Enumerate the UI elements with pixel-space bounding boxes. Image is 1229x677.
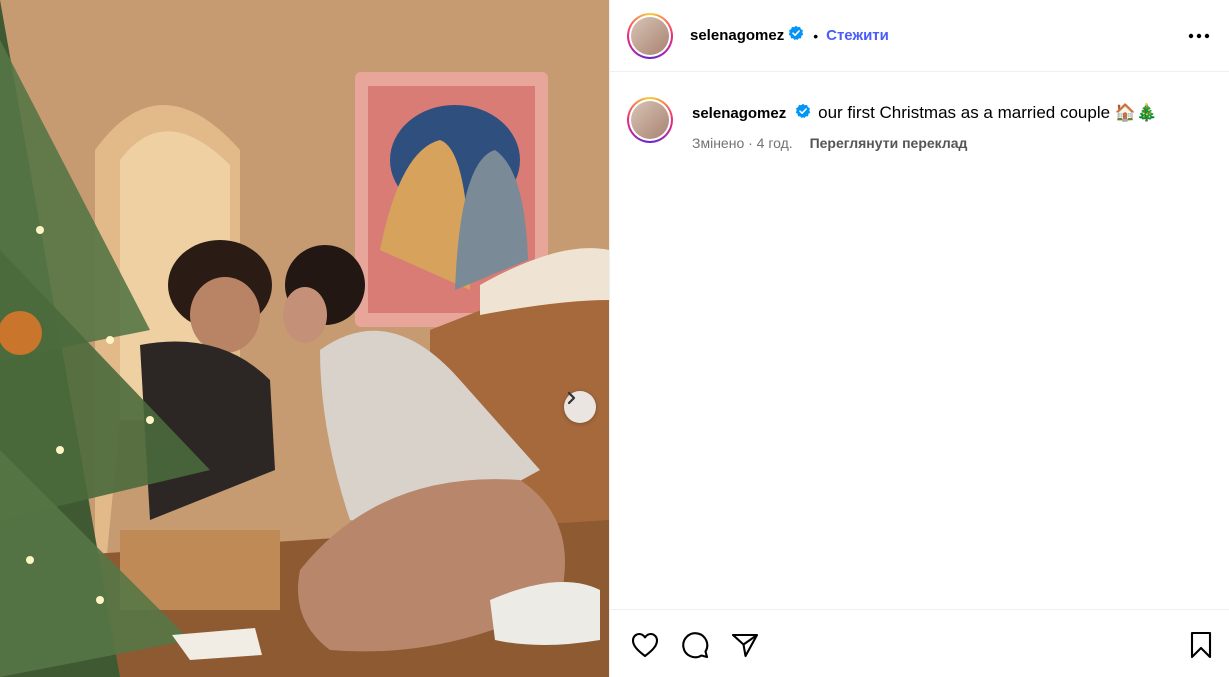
post-sidebar: selenagomez • Стежити selenagomez our fi… [609,0,1229,677]
caption-text-block: selenagomez our first Christmas as a mar… [692,97,1157,151]
action-bar [610,609,1229,677]
avatar[interactable] [627,12,673,59]
post-media[interactable] [0,0,609,677]
caption-avatar[interactable] [627,97,673,143]
header-username[interactable]: selenagomez [690,27,784,44]
see-translation-link[interactable]: Переглянути переклад [810,135,968,151]
caption-username[interactable]: selenagomez [692,105,786,122]
like-button[interactable] [630,630,660,660]
avatar-image [631,101,669,139]
header-separator: • [813,27,819,44]
avatar-image [631,16,669,55]
caption-row: selenagomez our first Christmas as a mar… [627,97,1157,151]
heart-icon [631,632,659,658]
comment-icon [682,632,709,659]
save-button[interactable] [1186,630,1216,660]
share-button[interactable] [730,630,760,660]
caption-meta: Змінено · 4 год. Переглянути переклад [692,135,1157,151]
more-options-icon [1188,33,1210,39]
paper-plane-icon [731,633,759,658]
follow-button[interactable]: Стежити [826,27,889,44]
comment-button[interactable] [680,630,710,660]
more-options-button[interactable] [1186,24,1212,48]
verified-badge-icon [788,25,804,46]
bookmark-icon [1190,631,1212,659]
next-media-button[interactable] [564,391,596,423]
caption-body: our first Christmas as a married couple … [818,103,1158,123]
edited-timestamp: Змінено · 4 год. [692,135,793,151]
post-header: selenagomez • Стежити [610,0,1229,72]
post-photo [0,0,609,677]
verified-badge-icon [795,103,811,125]
chevron-right-icon [567,391,576,405]
